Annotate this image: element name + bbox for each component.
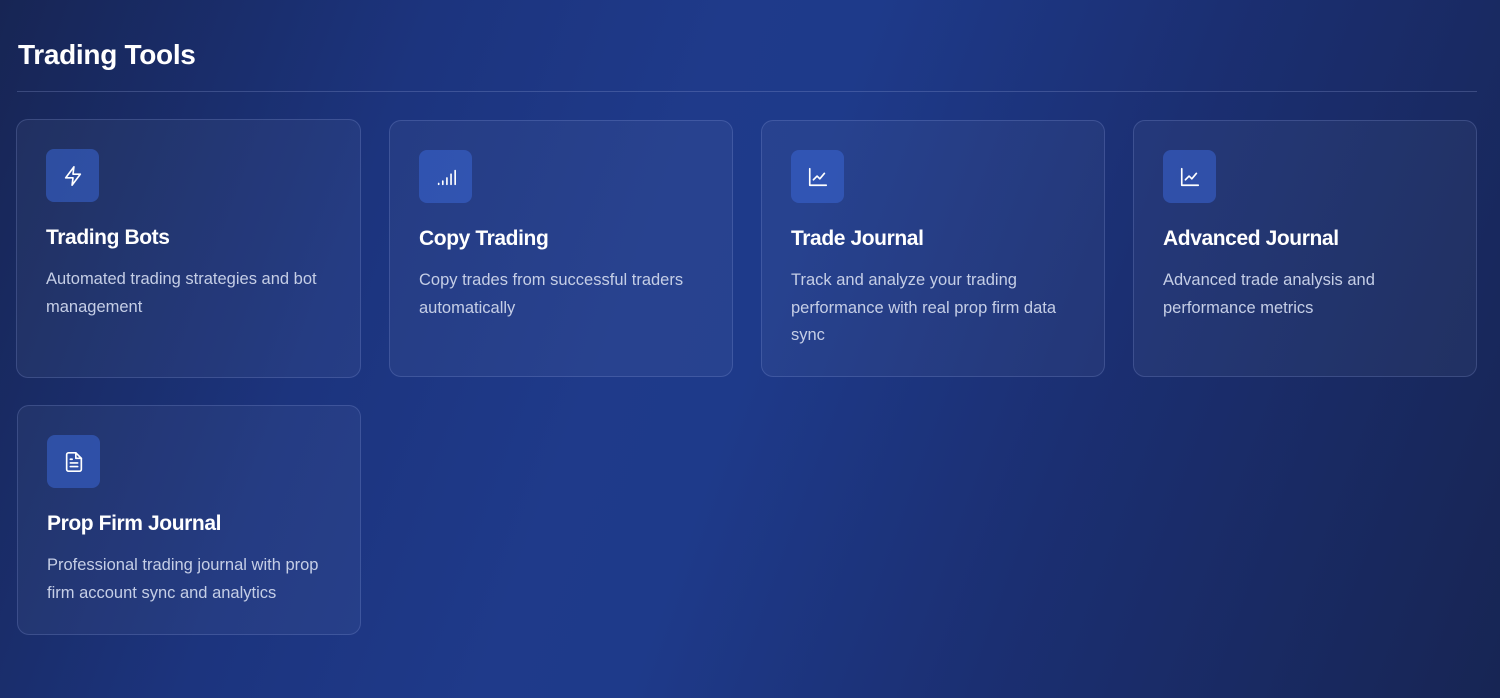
tool-card-trade-journal[interactable]: Trade Journal Track and analyze your tra… [761, 120, 1105, 377]
tool-card-advanced-journal[interactable]: Advanced Journal Advanced trade analysis… [1133, 120, 1477, 377]
page-header: Trading Tools [17, 0, 1477, 92]
tool-card-prop-firm-journal[interactable]: Prop Firm Journal Professional trading j… [17, 405, 361, 635]
tool-card-trading-bots[interactable]: Trading Bots Automated trading strategie… [16, 119, 361, 378]
document-icon [47, 435, 100, 488]
tool-card-description: Automated trading strategies and bot man… [46, 270, 317, 316]
line-chart-icon [1163, 150, 1216, 203]
tool-card-title: Prop Firm Journal [47, 512, 222, 535]
tool-card-description: Copy trades from successful traders auto… [419, 271, 684, 317]
tool-card-title: Trade Journal [791, 227, 924, 250]
tool-card-copy-trading[interactable]: Copy Trading Copy trades from successful… [389, 120, 733, 377]
tool-card-title: Advanced Journal [1163, 227, 1339, 250]
line-chart-icon [791, 150, 844, 203]
tool-card-title: Copy Trading [419, 227, 549, 250]
page-title: Trading Tools [18, 39, 196, 70]
tool-card-description: Professional trading journal with prop f… [47, 556, 319, 602]
tool-card-title: Trading Bots [46, 226, 170, 249]
signal-bars-icon [419, 150, 472, 203]
lightning-bolt-icon [46, 149, 99, 202]
tool-card-description: Track and analyze your trading performan… [791, 271, 1057, 344]
tool-card-description: Advanced trade analysis and performance … [1163, 271, 1375, 317]
